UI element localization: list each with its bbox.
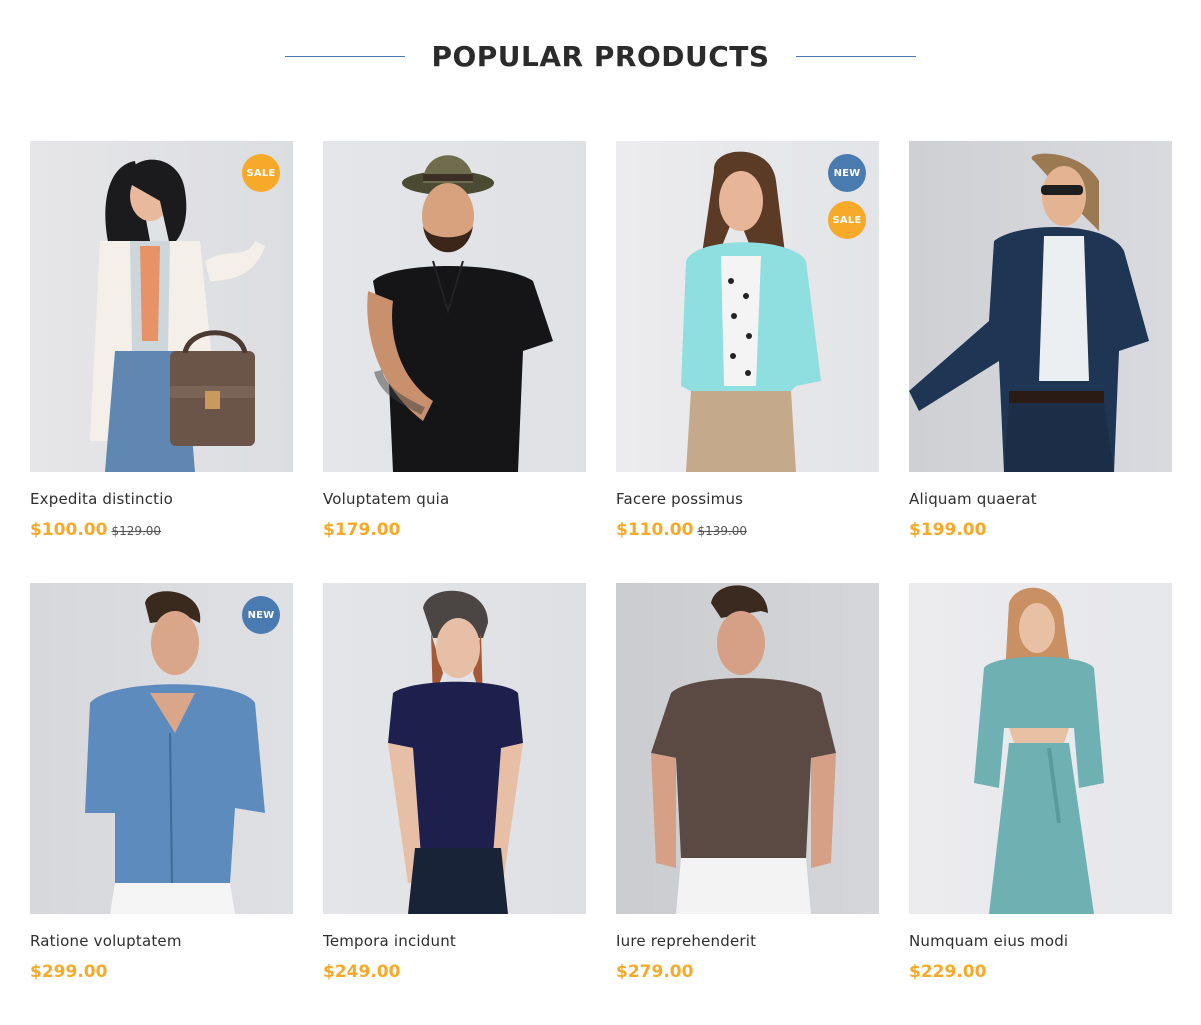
product-card[interactable]: NEW SALE Facere possimus $110.00 $139.00 — [616, 141, 879, 543]
product-price: $279.00 — [616, 962, 694, 982]
man-brown-tshirt-image — [651, 585, 836, 914]
product-price: $249.00 — [323, 962, 401, 982]
product-card[interactable]: Aliquam quaerat $199.00 — [909, 141, 1172, 543]
product-price: $299.00 — [30, 962, 108, 982]
product-price: $199.00 — [909, 520, 987, 540]
product-name[interactable]: Tempora incidunt — [323, 932, 456, 950]
product-image[interactable] — [323, 141, 586, 472]
new-badge: NEW — [242, 596, 280, 634]
product-prices: $199.00 — [909, 520, 986, 540]
product-prices: $110.00 $139.00 — [616, 520, 747, 540]
product-image[interactable] — [616, 583, 879, 914]
product-row: NEW Ratione voluptatem $299.00 Tempora i… — [30, 583, 1172, 985]
woman-navy-tshirt-image — [388, 590, 523, 914]
product-image[interactable]: NEW — [30, 583, 293, 914]
product-image[interactable] — [909, 141, 1172, 472]
woman-teal-dress-image — [974, 587, 1104, 914]
product-card[interactable]: NEW Ratione voluptatem $299.00 — [30, 583, 293, 985]
product-prices: $100.00 $129.00 — [30, 520, 161, 540]
product-card[interactable]: Voluptatem quia $179.00 — [323, 141, 586, 543]
product-row: SALE Expedita distinctio $100.00 $129.00 — [30, 141, 1172, 543]
product-old-price: $129.00 — [111, 524, 162, 538]
heading-divider-left — [285, 55, 406, 57]
sale-badge: SALE — [828, 201, 866, 239]
product-image[interactable] — [323, 583, 586, 914]
popular-products-section: POPULAR PRODUCTS SALE Expedita distincti… — [0, 0, 1201, 1007]
product-prices: $249.00 — [323, 962, 400, 982]
product-name[interactable]: Aliquam quaerat — [909, 490, 1037, 508]
section-heading: POPULAR PRODUCTS — [0, 36, 1201, 76]
product-name[interactable]: Iure reprehenderit — [616, 932, 756, 950]
product-name[interactable]: Voluptatem quia — [323, 490, 449, 508]
product-price: $100.00 — [30, 520, 108, 540]
product-name[interactable]: Ratione voluptatem — [30, 932, 182, 950]
product-image[interactable]: NEW SALE — [616, 141, 879, 472]
section-title: POPULAR PRODUCTS — [431, 39, 770, 73]
product-image[interactable] — [909, 583, 1172, 914]
product-grid: SALE Expedita distinctio $100.00 $129.00 — [30, 141, 1172, 1025]
product-prices: $229.00 — [909, 962, 986, 982]
product-card[interactable]: Numquam eius modi $229.00 — [909, 583, 1172, 985]
product-card[interactable]: Iure reprehenderit $279.00 — [616, 583, 879, 985]
product-price: $179.00 — [323, 520, 401, 540]
product-card[interactable]: Tempora incidunt $249.00 — [323, 583, 586, 985]
sale-badge: SALE — [242, 154, 280, 192]
man-hat-black-tshirt-image — [367, 155, 553, 472]
product-prices: $279.00 — [616, 962, 693, 982]
product-price: $110.00 — [616, 520, 694, 540]
product-card[interactable]: SALE Expedita distinctio $100.00 $129.00 — [30, 141, 293, 543]
product-name[interactable]: Expedita distinctio — [30, 490, 173, 508]
new-badge: NEW — [828, 154, 866, 192]
product-image[interactable]: SALE — [30, 141, 293, 472]
product-old-price: $139.00 — [697, 524, 748, 538]
product-name[interactable]: Numquam eius modi — [909, 932, 1068, 950]
man-navy-suit-sunglasses-image — [909, 153, 1149, 472]
product-name[interactable]: Facere possimus — [616, 490, 743, 508]
product-prices: $299.00 — [30, 962, 107, 982]
product-price: $229.00 — [909, 962, 987, 982]
product-prices: $179.00 — [323, 520, 400, 540]
heading-divider-right — [795, 55, 916, 57]
